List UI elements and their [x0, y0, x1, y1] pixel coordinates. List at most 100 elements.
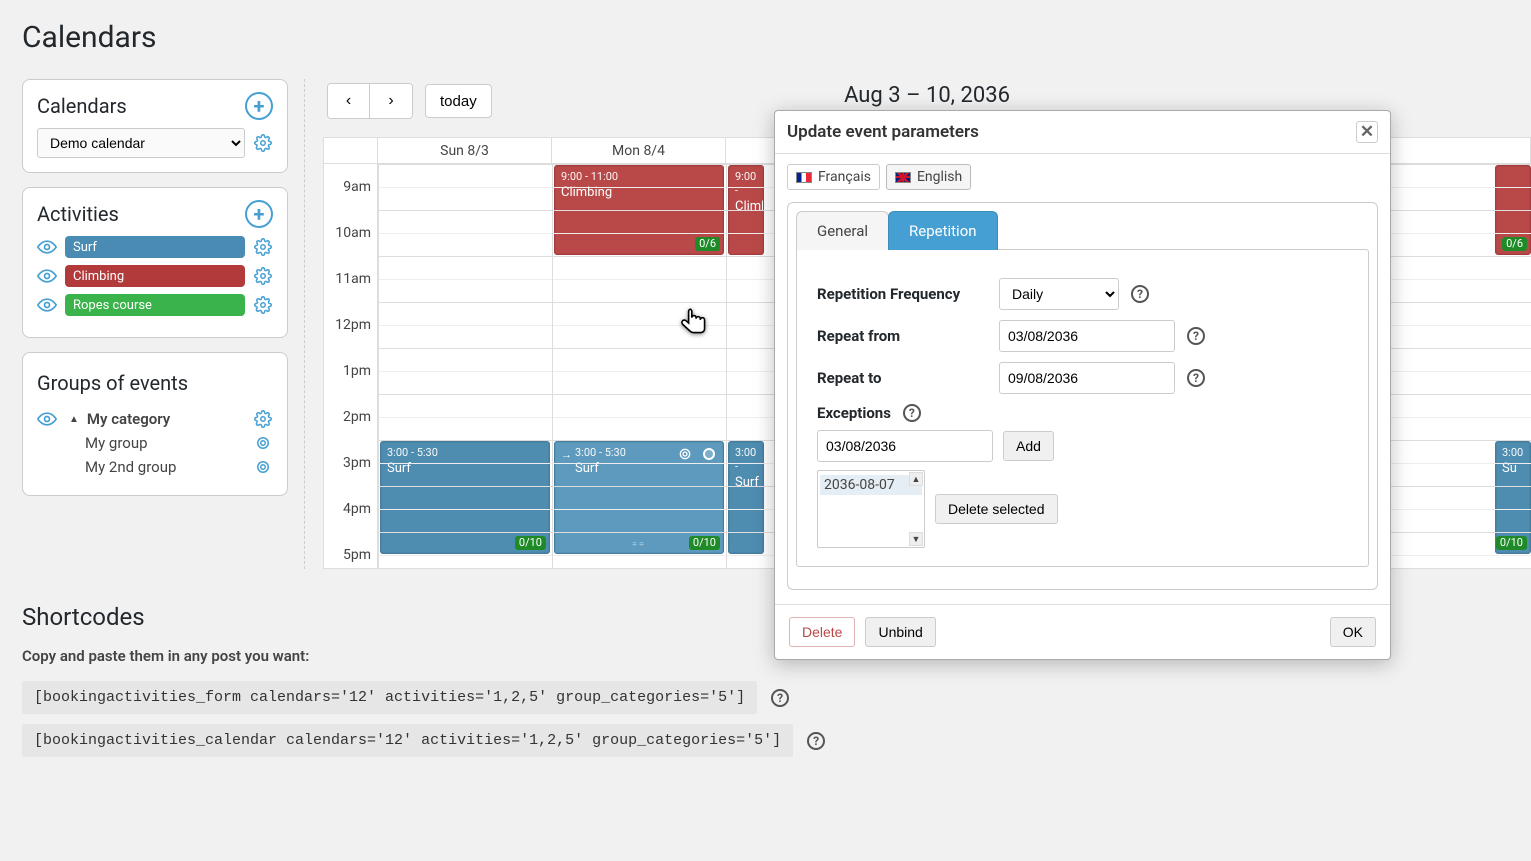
- hour-label: 1pm: [343, 363, 371, 379]
- event-time: 3:00 - 5:30: [387, 446, 543, 460]
- prev-button[interactable]: ‹: [328, 84, 370, 118]
- calendar-event[interactable]: 3:00 - 5:30Surf0/10→==: [554, 441, 724, 554]
- calendar-select[interactable]: Demo calendar: [37, 128, 245, 158]
- calendar-settings-icon[interactable]: [253, 133, 273, 153]
- freq-label: Repetition Frequency: [817, 285, 987, 303]
- help-icon[interactable]: ?: [903, 404, 921, 422]
- group-settings-icon[interactable]: [253, 457, 273, 477]
- add-calendar-button[interactable]: +: [245, 92, 273, 120]
- calendar-event[interactable]: 3:00 - 5:30Surf0/10: [380, 441, 550, 554]
- help-icon[interactable]: ?: [771, 689, 789, 707]
- from-input[interactable]: [999, 320, 1175, 352]
- next-button[interactable]: ›: [370, 84, 412, 118]
- modal-title: Update event parameters: [787, 122, 979, 142]
- delete-selected-button[interactable]: Delete selected: [935, 494, 1058, 524]
- activity-row: Ropes course: [37, 294, 273, 316]
- exception-item[interactable]: 2036-08-07: [820, 475, 922, 495]
- groups-panel: Groups of events ▲ My category My group …: [22, 352, 288, 496]
- calendars-panel: Calendars + Demo calendar: [22, 79, 288, 173]
- hour-label: 5pm: [343, 547, 371, 563]
- calendar-event[interactable]: 3:00 -Surf: [728, 441, 764, 554]
- groups-heading: Groups of events: [37, 371, 273, 395]
- arrow-icon: →: [561, 448, 572, 462]
- visibility-toggle-icon[interactable]: [37, 269, 57, 283]
- calendar-event[interactable]: 3:00Su0/10: [1495, 441, 1531, 554]
- tab-repetition[interactable]: Repetition: [888, 211, 998, 250]
- help-icon[interactable]: ?: [807, 732, 825, 750]
- freq-select[interactable]: Daily: [999, 278, 1119, 310]
- help-icon[interactable]: ?: [1131, 285, 1149, 303]
- hour-label: 3pm: [343, 455, 371, 471]
- group-name: My 2nd group: [85, 458, 176, 476]
- event-handle-icon[interactable]: [703, 448, 715, 460]
- activities-panel: Activities + Surf Climbing Ropes course: [22, 187, 288, 338]
- category-settings-icon[interactable]: [253, 409, 273, 429]
- activity-pill-surf[interactable]: Surf: [65, 236, 245, 258]
- activity-settings-icon[interactable]: [253, 266, 273, 286]
- category-name[interactable]: My category: [87, 410, 170, 428]
- cursor-hand-icon: [678, 306, 712, 344]
- caret-icon[interactable]: ▲: [69, 414, 79, 425]
- capacity-badge: 0/6: [1502, 237, 1527, 251]
- date-range-title: Aug 3 – 10, 2036: [844, 83, 1010, 108]
- activity-pill-climbing[interactable]: Climbing: [65, 265, 245, 287]
- event-time: 9:00 -: [735, 170, 757, 198]
- delete-button[interactable]: Delete: [789, 617, 855, 647]
- event-title: Climbi: [735, 199, 757, 215]
- tab-general[interactable]: General: [796, 211, 889, 250]
- activity-row: Surf: [37, 236, 273, 258]
- unbind-button[interactable]: Unbind: [865, 617, 935, 647]
- activity-settings-icon[interactable]: [253, 295, 273, 315]
- calendars-heading: Calendars: [37, 94, 127, 118]
- nav-button-group: ‹ ›: [327, 83, 413, 119]
- shortcode-form[interactable]: [bookingactivities_form calendars='12' a…: [22, 681, 757, 714]
- exceptions-label: Exceptions: [817, 404, 891, 422]
- hour-label: 2pm: [343, 409, 371, 425]
- activity-pill-ropes[interactable]: Ropes course: [65, 294, 245, 316]
- to-input[interactable]: [999, 362, 1175, 394]
- sidebar: Calendars + Demo calendar Activities +: [0, 79, 288, 569]
- activity-settings-icon[interactable]: [253, 237, 273, 257]
- exceptions-list[interactable]: 2036-08-07 ▲ ▼: [817, 470, 925, 548]
- add-activity-button[interactable]: +: [245, 200, 273, 228]
- update-event-modal: Update event parameters ✕ Français Engli…: [774, 110, 1391, 660]
- shortcode-calendar[interactable]: [bookingactivities_calendar calendars='1…: [22, 724, 793, 757]
- event-time: 3:00 -: [735, 446, 757, 474]
- from-label: Repeat from: [817, 327, 987, 345]
- activities-heading: Activities: [37, 202, 119, 226]
- visibility-toggle-icon[interactable]: [37, 298, 57, 312]
- exception-date-input[interactable]: [817, 430, 993, 462]
- lang-fr-button[interactable]: Français: [787, 164, 880, 190]
- visibility-toggle-icon[interactable]: [37, 240, 57, 254]
- hour-label: 10am: [335, 225, 371, 241]
- capacity-badge: 0/10: [689, 536, 720, 550]
- event-title: Surf: [735, 475, 757, 491]
- capacity-badge: 0/6: [695, 237, 720, 251]
- france-flag-icon: [796, 172, 812, 183]
- scroll-up-icon[interactable]: ▲: [909, 472, 923, 486]
- group-name: My group: [85, 434, 148, 452]
- ok-button[interactable]: OK: [1330, 617, 1376, 647]
- uk-flag-icon: [895, 172, 911, 183]
- help-icon[interactable]: ?: [1187, 327, 1205, 345]
- group-row[interactable]: My 2nd group: [85, 457, 273, 477]
- hour-label: 12pm: [335, 317, 371, 333]
- to-label: Repeat to: [817, 369, 987, 387]
- resize-handle-icon[interactable]: ==: [632, 540, 646, 551]
- lang-en-button[interactable]: English: [886, 164, 971, 190]
- scroll-down-icon[interactable]: ▼: [909, 532, 923, 546]
- visibility-toggle-icon[interactable]: [37, 412, 57, 426]
- event-time: 9:00 - 11:00: [561, 170, 717, 184]
- hour-label: 4pm: [343, 501, 371, 517]
- page-title: Calendars: [22, 20, 1531, 55]
- hour-label: 11am: [335, 271, 371, 287]
- today-button[interactable]: today: [425, 84, 492, 118]
- close-button[interactable]: ✕: [1356, 121, 1378, 143]
- group-settings-icon[interactable]: [253, 433, 273, 453]
- capacity-badge: 0/10: [1496, 536, 1527, 550]
- help-icon[interactable]: ?: [1187, 369, 1205, 387]
- add-exception-button[interactable]: Add: [1003, 431, 1054, 461]
- hour-label: 9am: [343, 179, 371, 195]
- group-row[interactable]: My group: [85, 433, 273, 453]
- day-header: Mon 8/4: [552, 138, 726, 163]
